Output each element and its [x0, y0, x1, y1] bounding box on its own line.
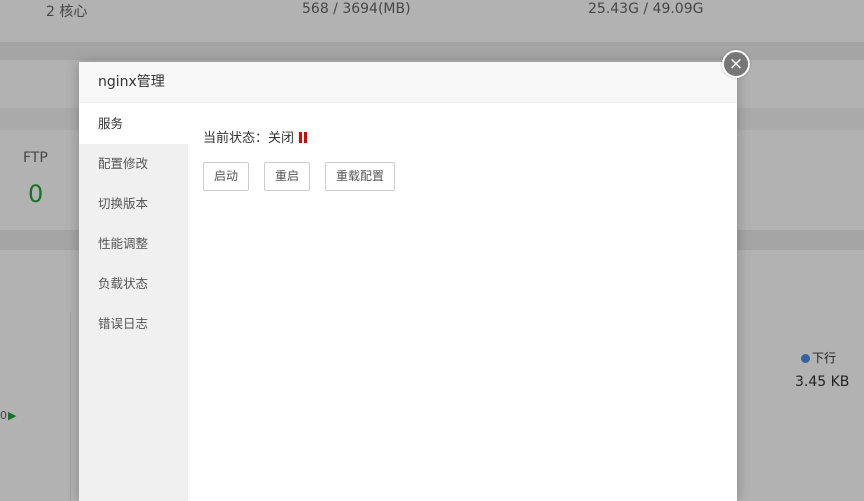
sidebar-item-label: 负载状态	[98, 276, 149, 291]
sidebar-item-error-log[interactable]: 错误日志	[79, 304, 188, 344]
dialog-sidebar: 服务 配置修改 切换版本 性能调整 负载状态 错误日志	[79, 104, 188, 501]
dialog-title: nginx管理	[98, 74, 165, 90]
sidebar-item-performance[interactable]: 性能调整	[79, 224, 188, 264]
sidebar-item-config-edit[interactable]: 配置修改	[79, 144, 188, 184]
pause-icon	[299, 132, 308, 143]
sidebar-item-label: 性能调整	[98, 236, 149, 251]
status-label: 当前状态：	[203, 131, 269, 146]
sidebar-item-switch-version[interactable]: 切换版本	[79, 184, 188, 224]
close-icon[interactable]: ×	[722, 50, 750, 78]
status-value: 关闭	[268, 131, 295, 146]
sidebar-item-label: 错误日志	[98, 316, 149, 331]
start-button[interactable]: 启动	[203, 162, 250, 191]
sidebar-item-service[interactable]: 服务	[79, 104, 188, 144]
service-status: 当前状态：关闭	[203, 130, 737, 148]
reload-config-button[interactable]: 重载配置	[325, 162, 396, 191]
restart-button[interactable]: 重启	[264, 162, 311, 191]
service-panel: 当前状态：关闭 启动 重启 重载配置	[203, 104, 737, 501]
sidebar-item-label: 服务	[98, 116, 124, 131]
nginx-manager-dialog: nginx管理 服务 配置修改 切换版本 性能调整 负载状态 错误日志 当前状态…	[79, 62, 737, 501]
sidebar-item-label: 切换版本	[98, 196, 149, 211]
service-actions: 启动 重启 重载配置	[203, 162, 737, 191]
dialog-header: nginx管理	[79, 62, 737, 103]
sidebar-item-label: 配置修改	[98, 156, 149, 171]
sidebar-item-load-status[interactable]: 负载状态	[79, 264, 188, 304]
